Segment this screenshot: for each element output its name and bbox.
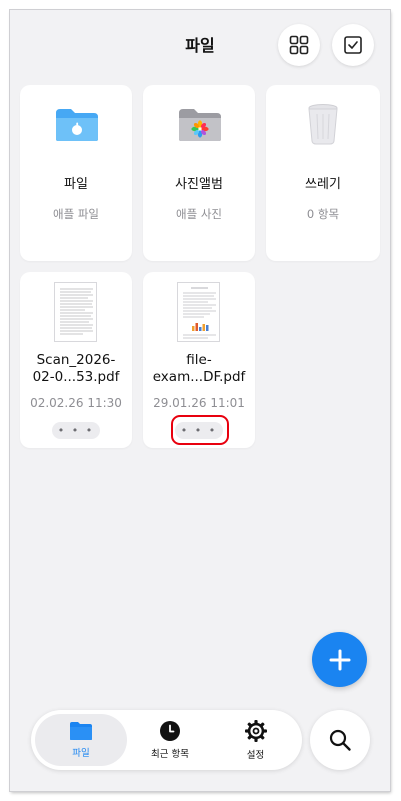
tab-files[interactable]: 파일 <box>35 714 127 766</box>
select-button[interactable] <box>332 24 374 66</box>
app-window: 파일 파일 애플 파일 사진앨범 애플 사진 쓰레기 0 항목 Scan_202… <box>10 10 390 791</box>
search-button[interactable] <box>310 710 370 770</box>
document-thumbnail <box>54 282 97 342</box>
tab-recents[interactable]: 최근 항목 <box>127 714 213 766</box>
tab-label: 파일 <box>72 748 90 759</box>
trash-icon <box>308 104 338 145</box>
checkbox-icon <box>344 36 362 54</box>
clock-icon <box>160 721 180 741</box>
tab-label: 설정 <box>246 750 265 761</box>
grid-icon <box>289 35 309 55</box>
photos-folder-icon <box>179 109 221 141</box>
add-button[interactable] <box>312 632 367 687</box>
location-card-files[interactable]: 파일 애플 파일 <box>20 85 132 261</box>
more-options-button[interactable]: • • • <box>52 422 100 439</box>
tab-settings[interactable]: 설정 <box>213 714 298 766</box>
gear-icon <box>244 720 267 742</box>
tab-label: 최근 항목 <box>151 749 189 760</box>
grid-view-button[interactable] <box>278 24 320 66</box>
document-name: Scan_2026- 02-0...53.pdf <box>32 352 120 385</box>
location-card-photos[interactable]: 사진앨범 애플 사진 <box>143 85 255 261</box>
location-subtitle: 애플 파일 <box>53 207 99 221</box>
document-name: file- exam...DF.pdf <box>152 352 246 385</box>
location-name: 쓰레기 <box>305 177 341 192</box>
location-subtitle: 애플 사진 <box>176 207 222 221</box>
folder-icon <box>70 722 92 740</box>
tab-bar: 파일 최근 항목 설정 <box>31 710 302 770</box>
location-card-trash[interactable]: 쓰레기 0 항목 <box>266 85 380 261</box>
document-date: 29.01.26 11:01 <box>153 396 245 410</box>
document-thumbnail <box>177 282 220 342</box>
highlight-marker <box>171 415 229 445</box>
location-name: 파일 <box>64 177 88 192</box>
document-card[interactable]: file- exam...DF.pdf 29.01.26 11:01 • • • <box>143 272 255 448</box>
location-name: 사진앨범 <box>175 177 223 192</box>
plus-icon <box>329 649 350 670</box>
location-subtitle: 0 항목 <box>306 207 340 221</box>
blue-folder-icon <box>56 109 98 141</box>
document-card[interactable]: Scan_2026- 02-0...53.pdf 02.02.26 11:30 … <box>20 272 132 448</box>
document-date: 02.02.26 11:30 <box>30 396 122 410</box>
search-icon <box>329 729 351 751</box>
